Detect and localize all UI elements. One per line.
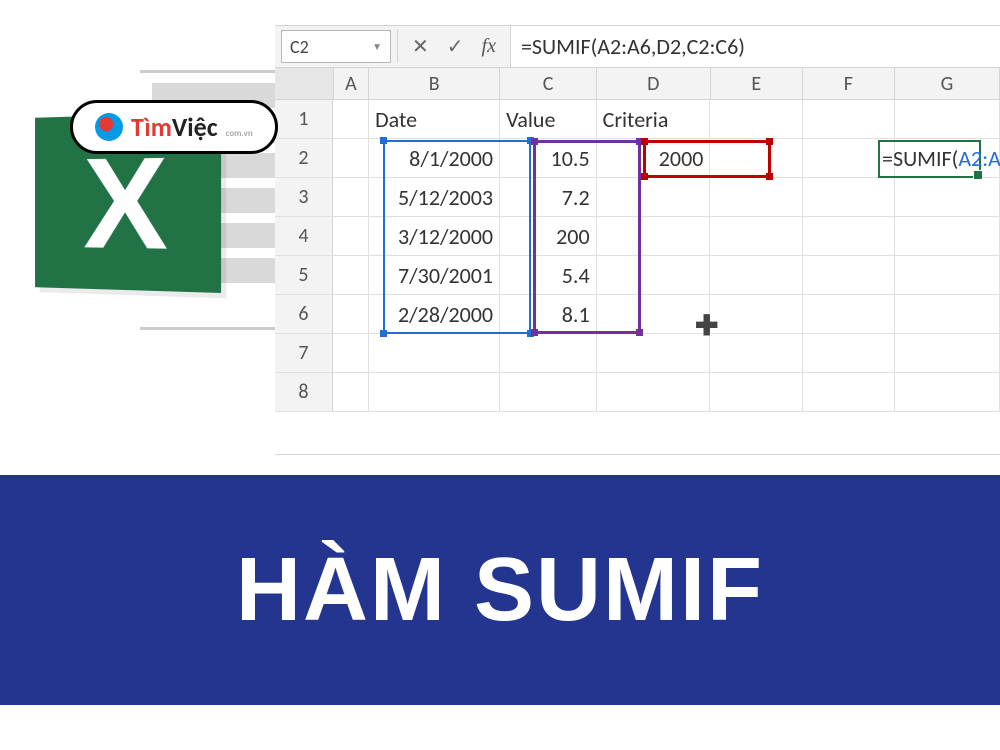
cell-B1[interactable]: Date — [369, 100, 500, 138]
formula-enter-icon[interactable]: ✓ — [447, 34, 464, 59]
name-box[interactable]: C2 ▼ — [281, 30, 391, 63]
cell-E6[interactable] — [710, 295, 802, 333]
row-1: 1 Date Value Criteria — [275, 100, 1000, 139]
cell-C2[interactable]: 10.5 — [500, 139, 597, 177]
cell-A7[interactable] — [333, 334, 369, 372]
row-header-6[interactable]: 6 — [275, 295, 333, 333]
cell-A2[interactable] — [333, 139, 369, 177]
cell-A3[interactable] — [333, 178, 369, 216]
cell-A5[interactable] — [333, 256, 369, 294]
cell-E8[interactable] — [710, 373, 802, 411]
formula-cancel-icon[interactable]: ✕ — [412, 34, 429, 59]
row-header-5[interactable]: 5 — [275, 256, 333, 294]
col-header-G[interactable]: G — [895, 68, 1000, 99]
cell-C3[interactable]: 7.2 — [500, 178, 597, 216]
select-all-corner[interactable] — [275, 68, 334, 99]
row-3: 3 5/12/2003 7.2 — [275, 178, 1000, 217]
cell-D6[interactable] — [597, 295, 711, 333]
cell-A1[interactable] — [333, 100, 369, 138]
cell-C6[interactable]: 8.1 — [500, 295, 597, 333]
brand-text-1: Tìm — [131, 111, 172, 143]
cell-F3[interactable] — [803, 178, 895, 216]
cell-A4[interactable] — [333, 217, 369, 255]
cell-C4[interactable]: 200 — [500, 217, 597, 255]
cell-A6[interactable] — [333, 295, 369, 333]
row-header-7[interactable]: 7 — [275, 334, 333, 372]
cell-E3[interactable] — [710, 178, 802, 216]
row-header-2[interactable]: 2 — [275, 139, 333, 177]
cell-D1[interactable]: Criteria — [597, 100, 711, 138]
excel-window: C2 ▼ ✕ ✓ fx =SUMIF(A2:A6,D2,C2:C6) A B C… — [275, 25, 1000, 455]
row-header-4[interactable]: 4 — [275, 217, 333, 255]
row-6: 6 2/28/2000 8.1 — [275, 295, 1000, 334]
cell-C5[interactable]: 5.4 — [500, 256, 597, 294]
cell-G8[interactable] — [895, 373, 1000, 411]
cell-G5[interactable] — [895, 256, 1000, 294]
row-8: 8 — [275, 373, 1000, 412]
cell-G2[interactable] — [895, 139, 1000, 177]
timviec-logo: TìmViệc com.vn — [70, 100, 278, 154]
col-header-B[interactable]: B — [369, 68, 500, 99]
cell-D4[interactable] — [597, 217, 711, 255]
cell-C1[interactable]: Value — [500, 100, 597, 138]
col-header-A[interactable]: A — [334, 68, 369, 99]
row-header-8[interactable]: 8 — [275, 373, 333, 411]
cell-F4[interactable] — [803, 217, 895, 255]
row-header-3[interactable]: 3 — [275, 178, 333, 216]
cell-D5[interactable] — [597, 256, 711, 294]
col-header-E[interactable]: E — [711, 68, 803, 99]
col-header-C[interactable]: C — [500, 68, 596, 99]
cell-F5[interactable] — [803, 256, 895, 294]
cell-G7[interactable] — [895, 334, 1000, 372]
cell-F1[interactable] — [803, 100, 895, 138]
cell-B5[interactable]: 7/30/2001 — [369, 256, 500, 294]
row-5: 5 7/30/2001 5.4 — [275, 256, 1000, 295]
cell-B2[interactable]: 8/1/2000 — [369, 139, 500, 177]
cell-G6[interactable] — [895, 295, 1000, 333]
cell-B8[interactable] — [369, 373, 500, 411]
formula-bar: C2 ▼ ✕ ✓ fx =SUMIF(A2:A6,D2,C2:C6) — [275, 26, 1000, 68]
spreadsheet-grid[interactable]: A B C D E F G 1 Date Value Criteria — [275, 68, 1000, 412]
cell-D7[interactable] — [597, 334, 711, 372]
brand-text-2: Việc — [172, 111, 218, 143]
cell-G1[interactable] — [895, 100, 1000, 138]
cell-B6[interactable]: 2/28/2000 — [369, 295, 500, 333]
cell-B7[interactable] — [369, 334, 500, 372]
cell-F7[interactable] — [803, 334, 895, 372]
fx-icon[interactable]: fx — [482, 35, 496, 58]
name-box-value: C2 — [290, 36, 309, 58]
cell-E2[interactable] — [710, 139, 802, 177]
cell-E4[interactable] — [710, 217, 802, 255]
cell-A8[interactable] — [333, 373, 369, 411]
cell-C8[interactable] — [500, 373, 597, 411]
cell-D3[interactable] — [597, 178, 711, 216]
cell-D8[interactable] — [597, 373, 711, 411]
row-header-1[interactable]: 1 — [275, 100, 333, 138]
cell-C7[interactable] — [500, 334, 597, 372]
name-box-dropdown-icon[interactable]: ▼ — [372, 40, 382, 53]
cell-E7[interactable] — [710, 334, 802, 372]
col-header-D[interactable]: D — [597, 68, 711, 99]
cell-F6[interactable] — [803, 295, 895, 333]
title-banner: HÀM SUMIF — [0, 475, 1000, 705]
cell-F2[interactable] — [803, 139, 895, 177]
timviec-icon — [95, 113, 123, 141]
cell-G3[interactable] — [895, 178, 1000, 216]
row-4: 4 3/12/2000 200 — [275, 217, 1000, 256]
column-headers: A B C D E F G — [275, 68, 1000, 100]
cell-E5[interactable] — [710, 256, 802, 294]
banner-title: HÀM SUMIF — [236, 539, 764, 642]
row-2: 2 8/1/2000 10.5 2000 — [275, 139, 1000, 178]
formula-text: =SUMIF(A2:A6,D2,C2:C6) — [521, 33, 745, 60]
cell-B3[interactable]: 5/12/2003 — [369, 178, 500, 216]
row-7: 7 — [275, 334, 1000, 373]
cell-E1[interactable] — [710, 100, 802, 138]
cell-G4[interactable] — [895, 217, 1000, 255]
cell-B4[interactable]: 3/12/2000 — [369, 217, 500, 255]
formula-input[interactable]: =SUMIF(A2:A6,D2,C2:C6) — [510, 26, 1000, 67]
brand-sub: com.vn — [226, 128, 253, 139]
cell-F8[interactable] — [803, 373, 895, 411]
col-header-F[interactable]: F — [803, 68, 895, 99]
cell-D2[interactable]: 2000 — [597, 139, 711, 177]
